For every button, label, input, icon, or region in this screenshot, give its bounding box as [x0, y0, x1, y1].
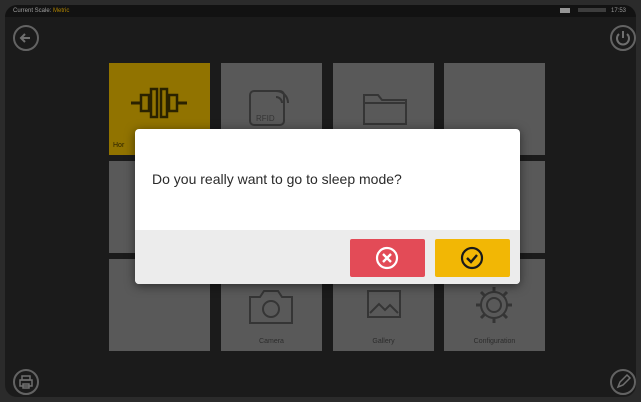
close-icon [375, 246, 399, 270]
cancel-button[interactable] [350, 239, 425, 277]
sleep-dialog: Do you really want to go to sleep mode? [135, 129, 520, 284]
app-frame: Current Scale: Metric 17:53 Hor RFID Cam… [5, 5, 636, 397]
confirm-button[interactable] [435, 239, 510, 277]
check-icon [460, 246, 484, 270]
dialog-message: Do you really want to go to sleep mode? [152, 171, 402, 187]
